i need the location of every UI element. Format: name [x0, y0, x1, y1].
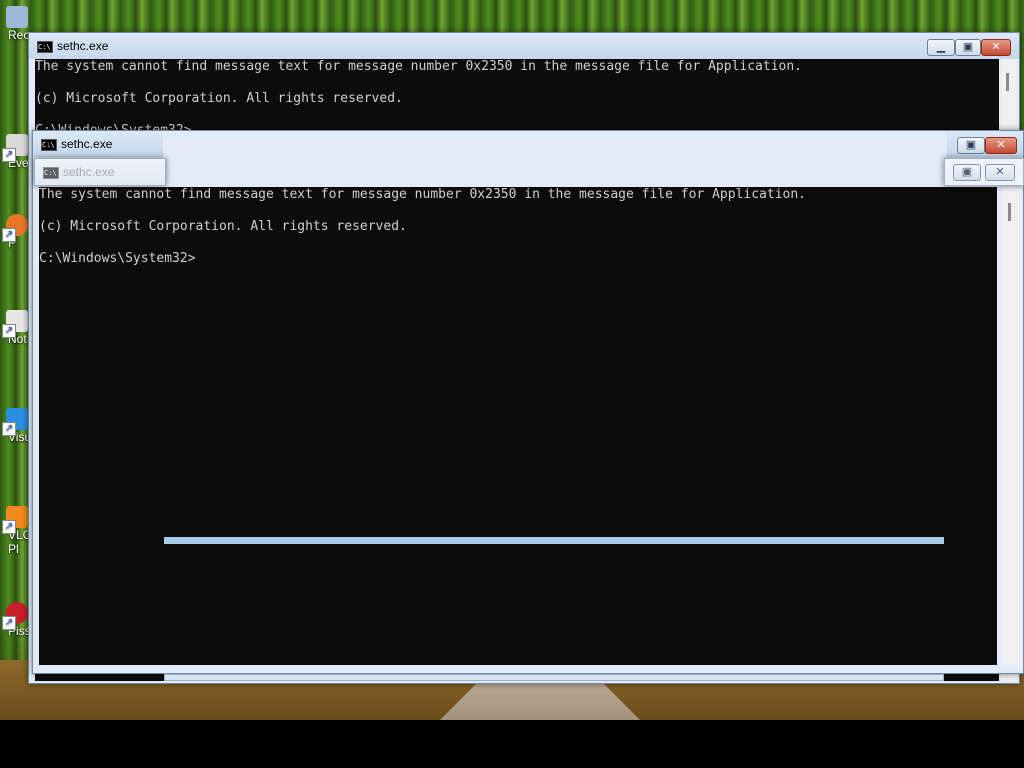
visual-studio-code-icon: ↗ — [2, 408, 28, 436]
console-line: The system cannot find message text for … — [35, 59, 803, 74]
notepad-icon: ↗ — [2, 310, 28, 338]
minimize-button[interactable]: ▁ — [927, 39, 955, 56]
console-window-second[interactable]: C:\ sethc.exe ▣ ✕ The system cannot find… — [32, 130, 1024, 674]
console-line: (c) Microsoft Corporation. All rights re… — [39, 219, 407, 234]
window-title-third: sethc.exe — [63, 165, 115, 179]
scrollbar-thumb[interactable] — [1008, 203, 1011, 221]
black-bar — [0, 720, 1024, 768]
title-bar-second-controls[interactable]: ▣ ✕ — [947, 131, 1023, 157]
scrollbar-thumb[interactable] — [1006, 73, 1009, 91]
close-button[interactable]: ✕ — [985, 137, 1017, 154]
maximize-button[interactable]: ▣ — [955, 39, 981, 56]
title-bar-second[interactable]: C:\ sethc.exe — [33, 131, 163, 157]
console-output-second[interactable]: The system cannot find message text for … — [39, 187, 997, 665]
console-line: (c) Microsoft Corporation. All rights re… — [35, 91, 403, 106]
pissarro-icon: ↗ — [2, 602, 28, 630]
window-title-second: sethc.exe — [61, 137, 113, 151]
restore-button[interactable]: ▣ — [953, 164, 981, 181]
window-edge-bar — [164, 537, 944, 544]
console-window-third[interactable]: C:\ sethc.exe — [34, 158, 166, 186]
title-bar-third[interactable]: C:\ sethc.exe — [35, 159, 165, 185]
cmd-icon: C:\ — [43, 167, 59, 179]
window-title: sethc.exe — [57, 39, 109, 53]
shortcut-icon: ↗ — [2, 134, 28, 162]
vlc-icon: ↗ — [2, 506, 28, 534]
console-prompt-line: C:\Windows\System32> — [39, 251, 196, 266]
vertical-scrollbar-second[interactable] — [1003, 187, 1021, 665]
close-button[interactable]: ✕ — [985, 164, 1015, 181]
title-bar[interactable]: C:\ sethc.exe ▁ ▣ ✕ — [29, 33, 1019, 59]
window-edge-bar-bottom — [164, 674, 944, 681]
console-line: The system cannot find message text for … — [39, 187, 807, 202]
close-button[interactable]: ✕ — [981, 39, 1011, 56]
cmd-icon: C:\ — [37, 41, 53, 53]
restore-button[interactable]: ▣ — [957, 137, 985, 154]
firefox-icon: ↗ — [2, 214, 28, 242]
console-window-third-controls[interactable]: ▣ ✕ — [944, 158, 1024, 186]
cmd-icon: C:\ — [41, 139, 57, 151]
recycle-bin-icon — [6, 6, 28, 28]
